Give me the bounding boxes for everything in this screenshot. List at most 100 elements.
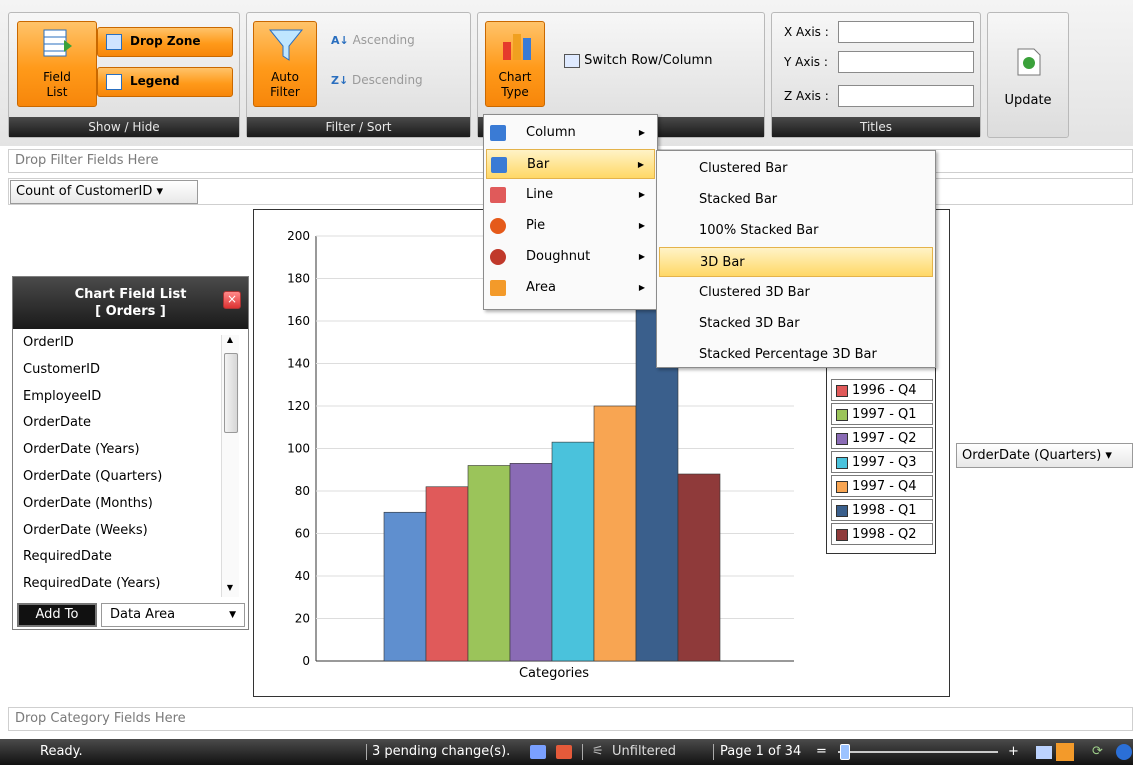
show-hide-footer: Show / Hide	[9, 117, 239, 137]
y-tick-label: 80	[295, 484, 310, 498]
drop-zone-label: Drop Zone	[130, 34, 201, 48]
bar	[467, 465, 511, 662]
field-list-item[interactable]: OrderDate (Weeks)	[23, 523, 148, 538]
legend-swatch	[836, 409, 848, 421]
menu-item-line[interactable]: Line ▶	[486, 180, 655, 210]
x-axis-label: X Axis :	[784, 25, 829, 39]
help-icon[interactable]	[1116, 744, 1132, 760]
funnel-icon	[268, 29, 304, 61]
zoom-slider[interactable]	[838, 751, 998, 753]
legend-button[interactable]: Legend	[97, 67, 233, 97]
field-list-item[interactable]: OrderDate (Months)	[23, 496, 153, 511]
menu-item-doughnut[interactable]: Doughnut ▶	[486, 242, 655, 272]
grid-view-icon[interactable]	[1036, 746, 1052, 759]
divider	[582, 744, 583, 760]
data-area-value: Data Area	[110, 607, 176, 622]
field-list-item[interactable]: CustomerID	[23, 362, 100, 377]
cancel-changes-icon[interactable]	[556, 745, 572, 759]
field-list-item[interactable]: OrderDate (Quarters)	[23, 469, 162, 484]
y-tick-label: 20	[295, 612, 310, 626]
category-drop-zone[interactable]: Drop Category Fields Here	[8, 707, 1133, 731]
y-tick-label: 100	[287, 442, 310, 456]
switch-row-column-button[interactable]: Switch Row/Column	[564, 53, 712, 68]
area-chart-icon	[490, 280, 506, 296]
submenu-arrow-icon: ▶	[638, 252, 645, 261]
refresh-icon[interactable]: ⟳	[1092, 739, 1103, 765]
menu-item-area[interactable]: Area ▶	[486, 273, 655, 303]
submenu-item[interactable]: Stacked Percentage 3D Bar	[659, 340, 933, 370]
sort-descending-icon: Z↓	[331, 74, 349, 87]
submenu-item[interactable]: 100% Stacked Bar	[659, 216, 933, 246]
close-icon[interactable]: ×	[223, 291, 241, 309]
scroll-up-icon[interactable]: ▲	[222, 335, 238, 349]
orderdate-quarters-field[interactable]: OrderDate (Quarters) ▾	[956, 443, 1133, 468]
menu-item-column[interactable]: Column ▶	[486, 118, 655, 148]
count-customerid-field[interactable]: Count of CustomerID ▾	[10, 180, 198, 204]
field-list-scrollbar[interactable]: ▲ ▼	[221, 335, 239, 597]
field-list-item[interactable]: RequiredDate	[23, 549, 112, 564]
legend-label: 1998 - Q2	[852, 527, 917, 542]
zoom-out-icon[interactable]: =	[816, 739, 827, 765]
field-list-title: Chart Field List	[74, 287, 187, 302]
bar	[593, 405, 637, 662]
drop-zone-button[interactable]: Drop Zone	[97, 27, 233, 57]
titles-footer: Titles	[772, 117, 980, 137]
legend-swatch	[836, 481, 848, 493]
chart-field-list: Chart Field List [ Orders ] × OrderID Cus…	[12, 276, 249, 630]
menu-item-label: Column	[526, 125, 576, 140]
submenu-item[interactable]: 3D Bar	[659, 247, 933, 277]
menu-item-pie[interactable]: Pie ▶	[486, 211, 655, 241]
field-list-item[interactable]: EmployeeID	[23, 389, 101, 404]
x-axis-label: Categories	[519, 666, 589, 681]
sort-ascending-icon: A↓	[331, 34, 349, 47]
y-tick-label: 0	[302, 654, 310, 668]
field-list-item[interactable]: OrderDate (Years)	[23, 442, 140, 457]
x-axis-input[interactable]	[838, 21, 974, 43]
titles-group: X Axis : Y Axis : Z Axis : Titles	[771, 12, 981, 138]
update-button[interactable]: Update	[987, 12, 1069, 138]
scroll-down-icon[interactable]: ▼	[222, 583, 238, 597]
chevron-down-icon: ▼	[229, 610, 236, 620]
legend-swatch	[836, 457, 848, 469]
legend-item: 1996 - Q4	[831, 379, 933, 401]
submenu-item[interactable]: Stacked 3D Bar	[659, 309, 933, 339]
z-axis-label: Z Axis :	[784, 89, 829, 103]
y-tick-label: 120	[287, 399, 310, 413]
submenu-item[interactable]: Clustered Bar	[659, 154, 933, 184]
bar	[383, 511, 427, 662]
pending-changes: 3 pending change(s).	[372, 744, 511, 759]
zoom-in-icon[interactable]: +	[1008, 739, 1019, 765]
ascending-button[interactable]: A↓ Ascending	[331, 33, 415, 47]
unfiltered-label: Unfiltered	[612, 744, 676, 759]
field-list-button[interactable]: Field List	[17, 21, 97, 107]
update-label: Update	[1004, 93, 1052, 108]
submenu-item[interactable]: Clustered 3D Bar	[659, 278, 933, 308]
chart-type-label: Chart Type	[498, 70, 532, 99]
z-axis-input[interactable]	[838, 85, 974, 107]
y-tick-label: 200	[287, 229, 310, 243]
field-list-item[interactable]: RequiredDate (Years)	[23, 576, 161, 591]
field-list-label: Field List	[43, 70, 71, 99]
legend-swatch	[836, 385, 848, 397]
submenu-arrow-icon: ▶	[637, 160, 644, 169]
chart-type-button[interactable]: Chart Type	[485, 21, 545, 107]
add-to-button[interactable]: Add To	[17, 603, 97, 627]
menu-item-label: Line	[526, 187, 554, 202]
zoom-slider-thumb[interactable]	[840, 744, 850, 760]
submenu-item[interactable]: Stacked Bar	[659, 185, 933, 215]
data-area-select[interactable]: Data Area ▼	[101, 603, 245, 627]
chart-view-icon[interactable]	[1056, 743, 1074, 761]
save-changes-icon[interactable]	[530, 745, 546, 759]
bar	[677, 473, 721, 662]
y-axis-input[interactable]	[838, 51, 974, 73]
descending-button[interactable]: Z↓ Descending	[331, 73, 423, 87]
field-list-item[interactable]: OrderID	[23, 335, 74, 350]
filter-sort-footer: Filter / Sort	[247, 117, 470, 137]
menu-item-bar[interactable]: Bar ▶	[486, 149, 655, 179]
divider	[366, 744, 367, 760]
scroll-thumb[interactable]	[224, 353, 238, 433]
auto-filter-button[interactable]: Auto Filter	[253, 21, 317, 107]
legend-label: 1997 - Q3	[852, 455, 917, 470]
legend-item: 1997 - Q1	[831, 403, 933, 425]
field-list-item[interactable]: OrderDate	[23, 415, 91, 430]
